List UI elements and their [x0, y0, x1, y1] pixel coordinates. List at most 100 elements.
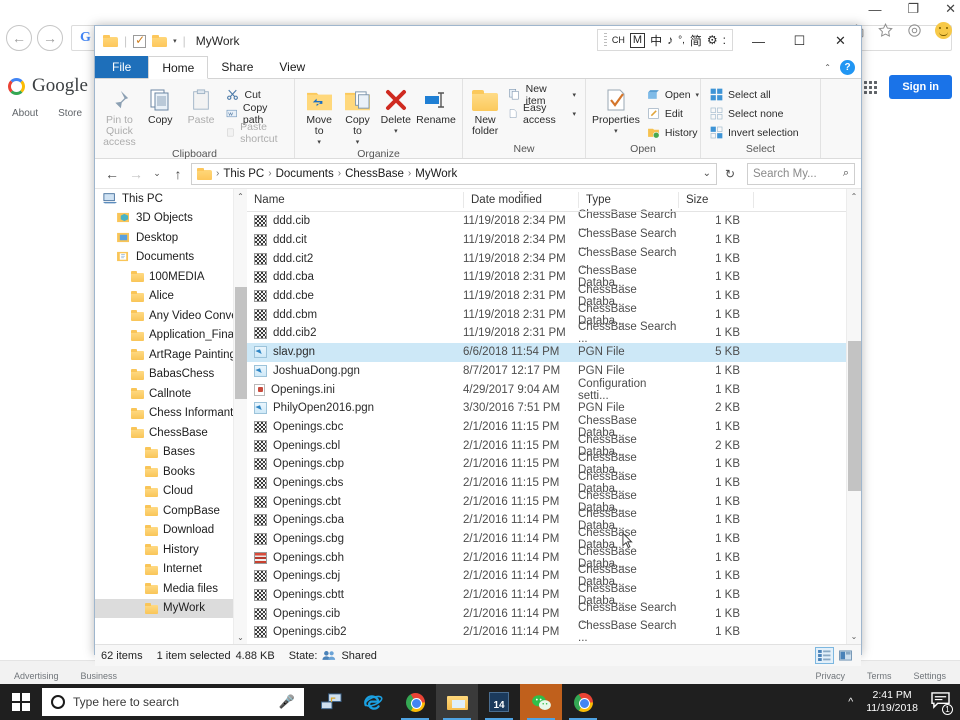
chevron-down-icon[interactable]: ▾ [173, 37, 177, 45]
nav-item[interactable]: Alice [95, 287, 247, 307]
file-list-scrollbar[interactable]: ⌃ ⌄ [846, 189, 861, 644]
large-icons-view-icon[interactable] [836, 647, 855, 664]
back-button[interactable]: ← [101, 163, 123, 185]
chevron-down-icon[interactable]: ▾ [614, 126, 618, 137]
ime-drag-handle[interactable] [603, 33, 607, 47]
nav-item[interactable]: Bases [95, 443, 247, 463]
table-row[interactable]: ddd.cba 11/19/2018 2:31 PM ChessBase Datab… [247, 265, 861, 289]
column-header-date-modified[interactable]: ⌄ Date modified [463, 189, 578, 208]
taskbar-wechat-button[interactable] [520, 684, 562, 720]
forward-button[interactable]: → [125, 163, 147, 185]
nav-item[interactable]: BabasChess [95, 365, 247, 385]
refresh-button[interactable]: ↻ [719, 163, 741, 185]
taskbar-chrome-button[interactable] [394, 684, 436, 720]
new-item-button[interactable]: New item ▾ [505, 83, 579, 107]
taskbar-clock[interactable]: 2:41 PM 11/19/2018 [866, 689, 918, 715]
breadcrumb[interactable]: › This PC › Documents › ChessBase › MyWo… [191, 162, 717, 185]
table-row[interactable]: Openings.ini 4/29/2017 9:04 AM Configurati… [247, 378, 861, 402]
nav-item[interactable]: History [95, 540, 247, 560]
nav-item[interactable]: Download [95, 521, 247, 541]
ime-chinese-button[interactable]: 中 [650, 32, 662, 49]
recent-locations-button[interactable]: ⌄ [149, 163, 165, 185]
nav-item[interactable]: This PC [95, 189, 247, 209]
nav-item[interactable]: 100MEDIA [95, 267, 247, 287]
breadcrumb-sep[interactable]: › [338, 168, 341, 179]
tab-view[interactable]: View [266, 56, 318, 78]
history-button[interactable]: History [644, 124, 702, 141]
paste-button[interactable]: Paste [183, 83, 220, 126]
table-row[interactable]: ddd.cbm 11/19/2018 2:31 PM ChessBase Datab… [247, 303, 861, 327]
nav-scroll-down-icon[interactable]: ⌄ [234, 630, 247, 644]
ime-punctuation-button[interactable]: °, [678, 35, 685, 46]
table-row[interactable]: Openings.cbt 2/1/2016 11:15 PM ChessBase D… [247, 490, 861, 514]
table-row[interactable]: Openings.cbc 2/1/2016 11:15 PM ChessBase D… [247, 415, 861, 439]
footer-settings-link[interactable]: Settings [913, 671, 946, 681]
ime-mode-button[interactable]: M [629, 32, 646, 48]
table-row[interactable]: Openings.cba 2/1/2016 11:14 PM ChessBase D… [247, 508, 861, 532]
file-scroll-down-icon[interactable]: ⌄ [847, 629, 861, 644]
nav-item[interactable]: CompBase [95, 501, 247, 521]
chevron-down-icon[interactable]: ▾ [356, 137, 360, 148]
star-icon[interactable] [877, 22, 894, 39]
tray-expand-chevron-icon[interactable]: ^ [848, 696, 853, 708]
breadcrumb-this-pc[interactable]: This PC [223, 168, 264, 180]
taskbar-search-box[interactable]: Type here to search 🎤 [42, 688, 304, 716]
notifications-button[interactable]: 1 [931, 692, 953, 715]
nav-item[interactable]: Internet [95, 560, 247, 580]
table-row[interactable]: PhilyOpen2016.pgn 3/30/2016 7:51 PM PGN Fi… [247, 399, 861, 418]
google-store-link[interactable]: Store [58, 108, 82, 119]
select-all-button[interactable]: Select all [707, 86, 802, 103]
google-apps-icon[interactable] [864, 80, 878, 94]
browser-close-button[interactable]: ✕ [945, 1, 956, 17]
table-row[interactable]: Openings.cbs 2/1/2016 11:15 PM ChessBase D… [247, 471, 861, 495]
column-header-type[interactable]: Type [578, 192, 678, 208]
table-row[interactable]: Openings.cbh 2/1/2016 11:14 PM ChessBase D… [247, 546, 861, 570]
address-dropdown-button[interactable]: ⌄ [703, 168, 711, 179]
column-header-size[interactable]: Size [678, 192, 753, 208]
close-button[interactable]: ✕ [820, 26, 861, 56]
pin-to-quick-access-button[interactable]: Pin to Quick access [101, 83, 138, 148]
search-input[interactable]: Search My... ⌕ [747, 162, 855, 185]
table-row[interactable]: Openings.cbg 2/1/2016 11:14 PM ChessBase D… [247, 527, 861, 551]
column-header-name[interactable]: Name [247, 192, 463, 208]
nav-item[interactable]: Cloud [95, 482, 247, 502]
file-scroll-up-icon[interactable]: ⌃ [847, 189, 861, 204]
collapse-ribbon-icon[interactable]: ⌃ [824, 63, 831, 72]
tab-file[interactable]: File [95, 56, 149, 78]
folder-icon[interactable] [152, 35, 168, 47]
ime-tone-button[interactable]: ♪ [667, 33, 673, 47]
nav-item[interactable]: 3D Objects [95, 209, 247, 229]
table-row[interactable]: slav.pgn 6/6/2018 11:54 PM PGN File 5 KB [247, 342, 861, 362]
copy-to-button[interactable]: Copy to ▾ [339, 83, 375, 148]
gear-icon[interactable] [906, 22, 923, 39]
breadcrumb-documents[interactable]: Documents [276, 168, 334, 180]
nav-item[interactable]: MyWork [95, 598, 247, 618]
gear-icon[interactable]: ⚙ [707, 33, 718, 47]
table-row[interactable]: ddd.cib 11/19/2018 2:34 PM ChessBase Searc… [247, 209, 861, 233]
chevron-down-icon[interactable]: ▾ [572, 110, 576, 118]
copy-path-button[interactable]: W Copy path [223, 102, 288, 126]
invert-selection-button[interactable]: Invert selection [707, 124, 802, 141]
tab-share[interactable]: Share [208, 56, 266, 78]
chevron-down-icon[interactable]: ▾ [317, 137, 321, 148]
ime-language-label[interactable]: CH [612, 35, 625, 45]
table-row[interactable]: Openings.cib2 2/1/2016 11:14 PM ChessBase … [247, 620, 861, 644]
nav-item[interactable]: Application_FinancialA [95, 326, 247, 346]
nav-item[interactable]: Chess Informant [95, 404, 247, 424]
footer-business-link[interactable]: Business [81, 671, 118, 681]
browser-minimize-button[interactable]: — [868, 2, 881, 17]
start-button[interactable] [0, 684, 42, 720]
table-row[interactable]: Openings.cbj 2/1/2016 11:14 PM ChessBase D… [247, 564, 861, 588]
file-scroll-thumb[interactable] [848, 341, 861, 491]
help-icon[interactable]: ? [840, 60, 855, 75]
move-to-button[interactable]: Move to ▾ [301, 83, 337, 148]
footer-privacy-link[interactable]: Privacy [815, 671, 845, 681]
table-row[interactable]: Openings.cbp 2/1/2016 11:15 PM ChessBase D… [247, 452, 861, 476]
browser-forward-button[interactable]: → [37, 25, 63, 51]
table-row[interactable]: ddd.cit 11/19/2018 2:34 PM ChessBase Searc… [247, 228, 861, 252]
nav-item[interactable]: Callnote [95, 384, 247, 404]
taskbar-chrome-profile-button[interactable] [562, 684, 604, 720]
browser-restore-button[interactable]: ❐ [907, 1, 919, 17]
taskbar-internet-explorer-button[interactable] [352, 684, 394, 720]
chevron-down-icon[interactable]: ▾ [696, 91, 700, 99]
